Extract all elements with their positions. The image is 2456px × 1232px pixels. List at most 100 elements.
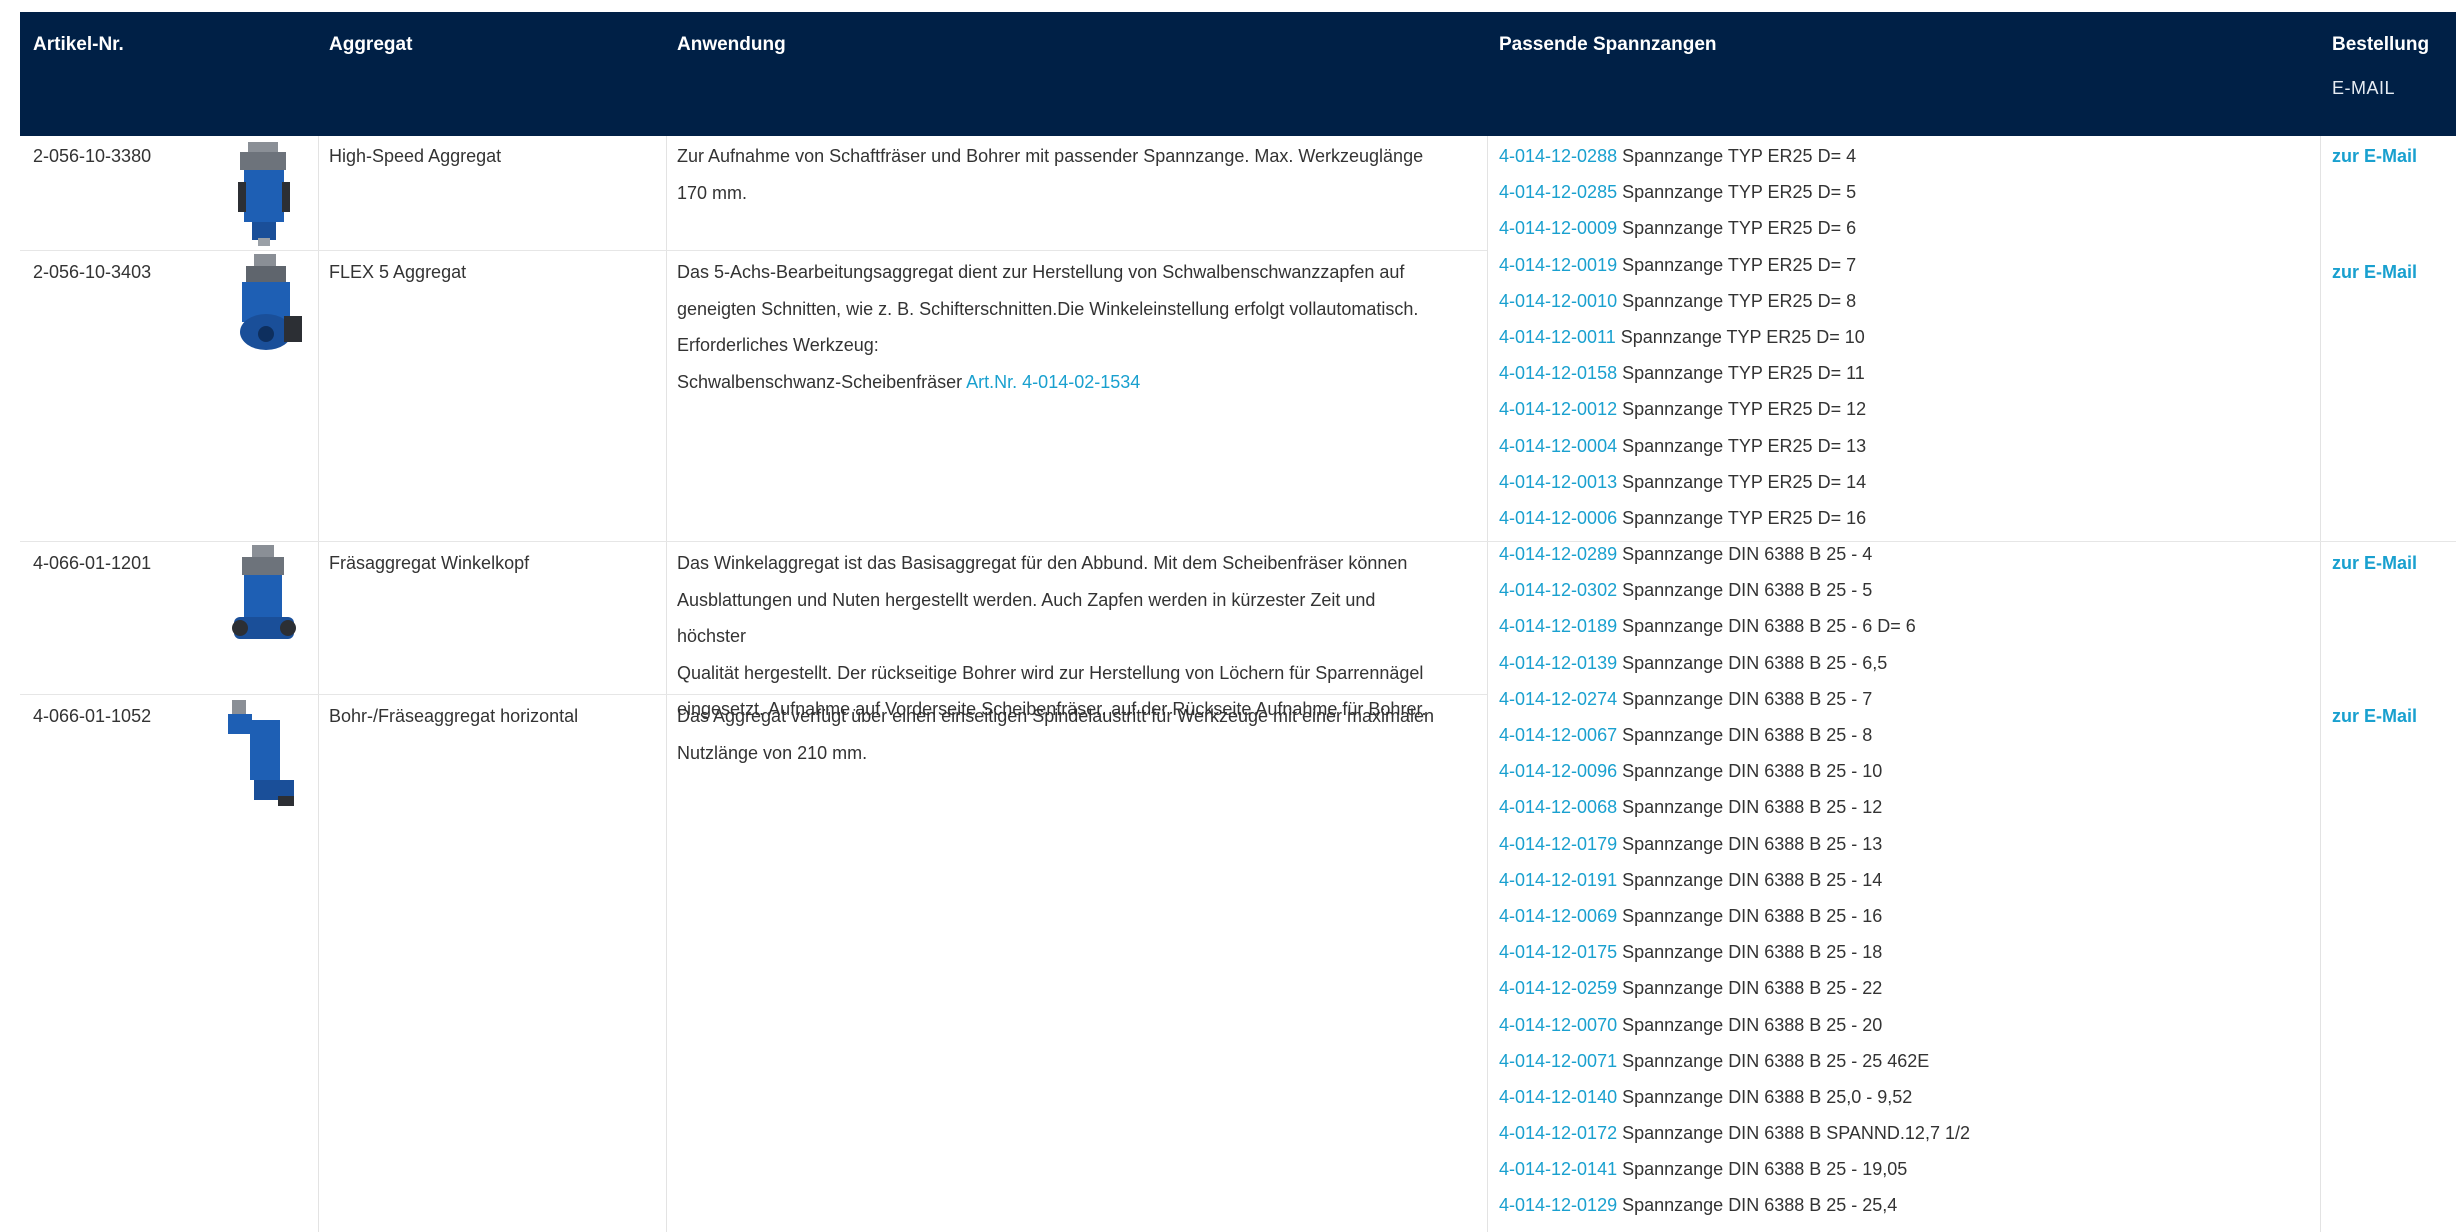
collet-list-item: 4-014-12-0009 Spannzange TYP ER25 D= 6 <box>1499 210 2299 246</box>
collet-description: Spannzange TYP ER25 D= 14 <box>1617 471 1867 492</box>
row-3-email-link[interactable]: zur E-Mail <box>2332 545 2417 581</box>
collet-article-link[interactable]: 4-014-12-0006 <box>1499 508 1617 528</box>
collet-article-link[interactable]: 4-014-12-0004 <box>1499 436 1617 456</box>
collet-description: Spannzange TYP ER25 D= 13 <box>1617 435 1867 456</box>
collet-article-link[interactable]: 4-014-12-0010 <box>1499 291 1617 311</box>
collet-description: Spannzange TYP ER25 D= 16 <box>1617 507 1867 528</box>
collet-article-link[interactable]: 4-014-12-0175 <box>1499 942 1617 962</box>
collet-description: Spannzange DIN 6388 B SPANND.12,7 1/2 <box>1617 1123 1970 1144</box>
collet-description: Spannzange DIN 6388 B 25 - 6,5 <box>1617 652 1888 673</box>
row-1-aggregat: High-Speed Aggregat <box>329 146 502 166</box>
collet-list-item: 4-014-12-0191 Spannzange DIN 6388 B 25 -… <box>1499 862 2299 898</box>
collet-article-link[interactable]: 4-014-12-0012 <box>1499 399 1617 419</box>
row-1-email-link[interactable]: zur E-Mail <box>2332 138 2417 174</box>
collet-list-item: 4-014-12-0071 Spannzange DIN 6388 B 25 -… <box>1499 1043 2299 1079</box>
collet-article-link[interactable]: 4-014-12-0140 <box>1499 1087 1617 1107</box>
description-line: 170 mm. <box>677 182 748 203</box>
description-line: Ausblattungen und Nuten hergestellt werd… <box>677 589 1376 647</box>
description-text: Schwalbenschwanz-Scheibenfräser <box>677 371 967 392</box>
header-anwendung: Anwendung <box>677 34 786 55</box>
collet-list-item: 4-014-12-0129 Spannzange DIN 6388 B 25 -… <box>1499 1187 2299 1223</box>
description-line: Das Winkelaggregat ist das Basisaggregat… <box>677 553 1408 573</box>
column-divider <box>666 136 667 1232</box>
header-artikel-nr: Artikel-Nr. <box>33 34 124 55</box>
collet-list-item: 4-014-12-0013 Spannzange TYP ER25 D= 14 <box>1499 464 2299 500</box>
collet-list-item: 4-014-12-0189 Spannzange DIN 6388 B 25 -… <box>1499 608 2299 644</box>
collet-article-link[interactable]: 4-014-12-0189 <box>1499 616 1617 636</box>
collet-article-link[interactable]: 4-014-12-0285 <box>1499 182 1617 202</box>
collet-description: Spannzange TYP ER25 D= 6 <box>1617 218 1857 239</box>
collet-list-item: 4-014-12-0004 Spannzange TYP ER25 D= 13 <box>1499 428 2299 464</box>
collet-article-link[interactable]: 4-014-12-0139 <box>1499 653 1617 673</box>
collet-description: Spannzange DIN 6388 B 25 - 8 <box>1617 725 1873 745</box>
collet-article-link[interactable]: 4-014-12-0158 <box>1499 363 1617 383</box>
collet-article-link[interactable]: 4-014-12-0259 <box>1499 978 1617 998</box>
collet-list-item: 4-014-12-0070 Spannzange DIN 6388 B 25 -… <box>1499 1007 2299 1043</box>
description-line: Qualität hergestellt. Der rückseitige Bo… <box>677 662 1424 683</box>
aggregate-photo-icon <box>224 700 302 813</box>
collet-list-item: 4-014-12-0012 Spannzange TYP ER25 D= 12 <box>1499 391 2299 427</box>
collet-list-item: 4-014-12-0179 Spannzange DIN 6388 B 25 -… <box>1499 826 2299 862</box>
collet-article-link[interactable]: 4-014-12-0013 <box>1499 472 1617 492</box>
aggregate-photo-icon <box>228 142 300 251</box>
row-3-aggregat: Fräsaggregat Winkelkopf <box>329 553 530 573</box>
collet-list-item: 4-014-12-0259 Spannzange DIN 6388 B 25 -… <box>1499 970 2299 1006</box>
collet-article-link[interactable]: 4-014-12-0096 <box>1499 761 1617 781</box>
collet-list-item: 4-014-12-0011 Spannzange TYP ER25 D= 10 <box>1499 319 2299 355</box>
collet-article-link[interactable]: 4-014-12-0068 <box>1499 797 1617 817</box>
collet-article-link[interactable]: 4-014-12-0302 <box>1499 580 1617 600</box>
description-line: geneigten Schnitten, wie z. B. Schifters… <box>677 298 1419 319</box>
row-4-email-link[interactable]: zur E-Mail <box>2332 698 2417 734</box>
collet-article-link[interactable]: 4-014-12-0011 <box>1499 327 1616 347</box>
collet-list: 4-014-12-0288 Spannzange TYP ER25 D= 4 4-… <box>1499 138 2299 1224</box>
column-divider <box>1487 136 1488 1232</box>
collet-description: Spannzange DIN 6388 B 25 - 25 462E <box>1617 1050 1930 1071</box>
collet-article-link[interactable]: 4-014-12-0289 <box>1499 544 1617 564</box>
collet-list-item: 4-014-12-0302 Spannzange DIN 6388 B 25 -… <box>1499 572 2299 608</box>
collet-description: Spannzange TYP ER25 D= 4 <box>1617 146 1857 166</box>
collet-article-link[interactable]: 4-014-12-0179 <box>1499 834 1617 854</box>
collet-article-link[interactable]: 4-014-12-0129 <box>1499 1195 1617 1215</box>
collet-description: Spannzange DIN 6388 B 25 - 19,05 <box>1617 1159 1908 1180</box>
collet-article-link[interactable]: 4-014-12-0172 <box>1499 1123 1617 1143</box>
row-2-artikel-nr: 2-056-10-3403 <box>33 262 152 282</box>
collet-article-link[interactable]: 4-014-12-0019 <box>1499 255 1617 275</box>
header-email-sub: E-MAIL <box>2332 78 2396 98</box>
collet-list-item: 4-014-12-0141 Spannzange DIN 6388 B 25 -… <box>1499 1151 2299 1187</box>
collet-description: Spannzange TYP ER25 D= 10 <box>1615 326 1865 347</box>
collet-list-item: 4-014-12-0010 Spannzange TYP ER25 D= 8 <box>1499 283 2299 319</box>
row-4-artikel-nr: 4-066-01-1052 <box>33 706 152 726</box>
collet-article-link[interactable]: 4-014-12-0009 <box>1499 218 1617 238</box>
collet-description: Spannzange DIN 6388 B 25 - 12 <box>1617 797 1883 818</box>
table-header: Artikel-Nr. Aggregat Anwendung Passende … <box>20 12 2456 136</box>
collet-list-item: 4-014-12-0006 Spannzange TYP ER25 D= 16 <box>1499 500 2299 536</box>
collet-article-link[interactable]: 4-014-12-0288 <box>1499 146 1617 166</box>
column-divider <box>2320 136 2321 1232</box>
row-2-email-link[interactable]: zur E-Mail <box>2332 254 2417 290</box>
header-aggregat: Aggregat <box>329 34 413 55</box>
header-passende-spannzangen: Passende Spannzangen <box>1499 34 1717 55</box>
collet-list-item: 4-014-12-0289 Spannzange DIN 6388 B 25 -… <box>1499 536 2299 572</box>
collet-list-item: 4-014-12-0140 Spannzange DIN 6388 B 25,0… <box>1499 1079 2299 1115</box>
collet-article-link[interactable]: 4-014-12-0070 <box>1499 1015 1617 1035</box>
collet-list-item: 4-014-12-0172 Spannzange DIN 6388 B SPAN… <box>1499 1115 2299 1151</box>
description-line: Schwalbenschwanz-Scheibenfräser Art.Nr. … <box>677 364 1437 401</box>
collet-article-link[interactable]: 4-014-12-0274 <box>1499 689 1617 709</box>
collet-description: Spannzange DIN 6388 B 25 - 20 <box>1617 1014 1883 1035</box>
collet-description: Spannzange DIN 6388 B 25 - 25,4 <box>1617 1195 1898 1216</box>
collet-description: Spannzange DIN 6388 B 25 - 10 <box>1617 761 1883 782</box>
row-1-anwendung: Zur Aufnahme von Schaftfräser und Bohrer… <box>677 138 1437 211</box>
collet-article-link[interactable]: 4-014-12-0067 <box>1499 725 1617 745</box>
tool-article-link[interactable]: Art.Nr. 4-014-02-1534 <box>966 372 1140 392</box>
collet-article-link[interactable]: 4-014-12-0141 <box>1499 1159 1617 1179</box>
collet-list-item: 4-014-12-0067 Spannzange DIN 6388 B 25 -… <box>1499 717 2299 753</box>
description-line: Erforderliches Werkzeug: <box>677 335 879 355</box>
collet-article-link[interactable]: 4-014-12-0069 <box>1499 906 1617 926</box>
collet-description: Spannzange DIN 6388 B 25 - 7 <box>1617 688 1873 709</box>
collet-article-link[interactable]: 4-014-12-0191 <box>1499 870 1617 890</box>
collet-description: Spannzange TYP ER25 D= 11 <box>1617 363 1865 384</box>
collet-description: Spannzange TYP ER25 D= 5 <box>1617 182 1857 203</box>
collet-description: Spannzange DIN 6388 B 25,0 - 9,52 <box>1617 1086 1913 1107</box>
aggregate-photo-icon <box>226 545 302 658</box>
collet-article-link[interactable]: 4-014-12-0071 <box>1499 1051 1617 1071</box>
